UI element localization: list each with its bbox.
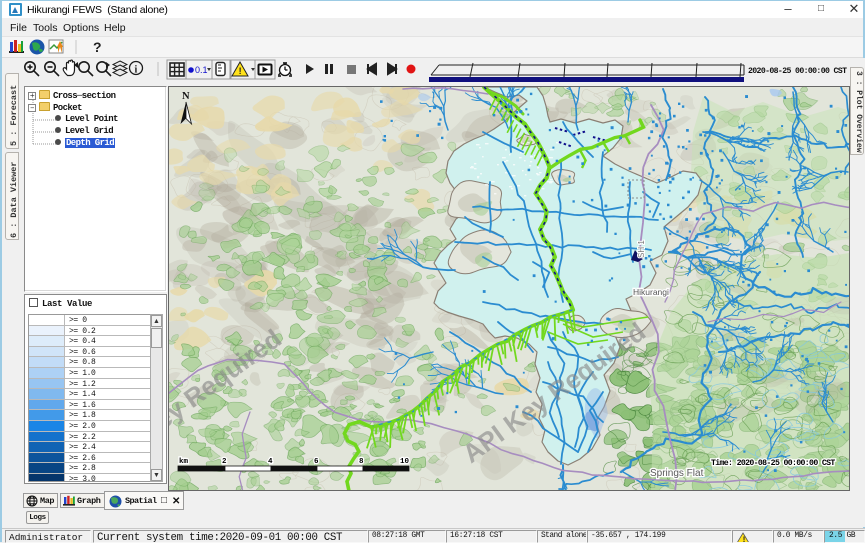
svg-text:Hikurangi: Hikurangi bbox=[633, 287, 669, 297]
svg-text:i: i bbox=[135, 65, 138, 76]
svg-text:8: 8 bbox=[359, 458, 364, 466]
svg-text:Springs Flat: Springs Flat bbox=[650, 468, 704, 479]
svg-text:km: km bbox=[179, 458, 189, 466]
svg-text:Time: 2020-08-25 00:00:00 CST: Time: 2020-08-25 00:00:00 CST bbox=[711, 458, 835, 468]
svg-text:6: 6 bbox=[314, 458, 319, 466]
svg-text:N: N bbox=[182, 91, 190, 102]
svg-text:?: ? bbox=[93, 39, 102, 55]
svg-text:2: 2 bbox=[222, 458, 227, 466]
svg-text:0.1: 0.1 bbox=[195, 65, 208, 75]
svg-text:SH 1: SH 1 bbox=[637, 240, 646, 258]
svg-text:4: 4 bbox=[268, 458, 273, 466]
svg-text:2020-08-25 00:00:00 CST: 2020-08-25 00:00:00 CST bbox=[748, 67, 847, 76]
svg-text:10: 10 bbox=[400, 458, 410, 466]
svg-text:!: ! bbox=[239, 66, 242, 76]
